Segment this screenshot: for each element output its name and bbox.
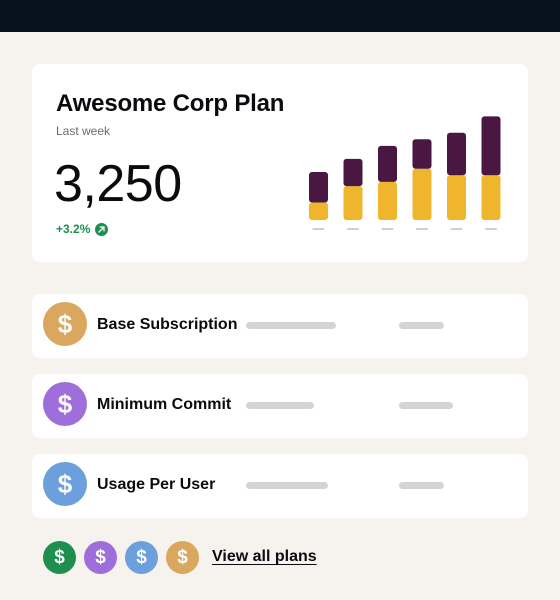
x-tick-placeholder	[381, 228, 394, 230]
x-tick-placeholder	[312, 228, 325, 230]
weekly-bar-chart	[309, 116, 501, 230]
dollar-icon: $	[43, 302, 87, 346]
x-tick-placeholder	[450, 228, 463, 230]
bar-segment-lower	[309, 202, 328, 220]
dollar-icon: $	[43, 541, 76, 574]
placeholder-bar	[246, 322, 336, 329]
bar-segment-lower	[412, 168, 432, 220]
line-item-usage-per-user[interactable]: $ Usage Per User	[32, 454, 528, 518]
bar-segment-upper	[481, 116, 501, 176]
bar-segment-lower	[481, 175, 501, 220]
placeholder-bar	[399, 402, 453, 409]
x-tick-placeholder	[347, 228, 359, 230]
x-tick-placeholder	[485, 228, 497, 230]
line-item-base-subscription[interactable]: $ Base Subscription	[32, 294, 528, 358]
plan-title: Awesome Corp Plan	[56, 90, 285, 117]
placeholder-bar	[399, 482, 444, 489]
x-tick-placeholder	[416, 228, 428, 230]
line-item-label: Minimum Commit	[97, 396, 232, 413]
change-indicator: +3.2%	[56, 222, 109, 236]
arrow-up-right-icon	[95, 222, 109, 236]
bar-segment-upper	[412, 139, 432, 169]
placeholder-bar	[246, 402, 314, 409]
bar-segment-lower	[378, 181, 397, 220]
line-item-minimum-commit[interactable]: $ Minimum Commit	[32, 374, 528, 438]
dollar-icon: $	[84, 541, 117, 574]
bar-segment-upper	[447, 132, 466, 176]
line-item-label: Usage Per User	[97, 476, 216, 493]
placeholder-bar	[246, 482, 328, 489]
bar-segment-upper	[343, 158, 363, 187]
view-all-plans-link[interactable]: View all plans	[212, 548, 317, 566]
top-bar	[0, 0, 560, 32]
plan-total-value: 3,250	[54, 155, 182, 213]
change-value: +3.2%	[56, 222, 91, 236]
dollar-icon: $	[43, 462, 87, 506]
dollar-icon: $	[43, 382, 87, 426]
bar-segment-upper	[378, 145, 397, 182]
line-item-label: Base Subscription	[97, 316, 238, 333]
placeholder-bar	[399, 322, 444, 329]
dollar-icon: $	[125, 541, 158, 574]
plan-summary-card: Awesome Corp Plan Last week 3,250 +3.2%	[32, 64, 528, 262]
plan-period: Last week	[56, 124, 111, 138]
bar-segment-lower	[343, 186, 363, 220]
bar-segment-upper	[309, 172, 328, 203]
bar-segment-lower	[447, 175, 466, 220]
dollar-icon: $	[166, 541, 199, 574]
